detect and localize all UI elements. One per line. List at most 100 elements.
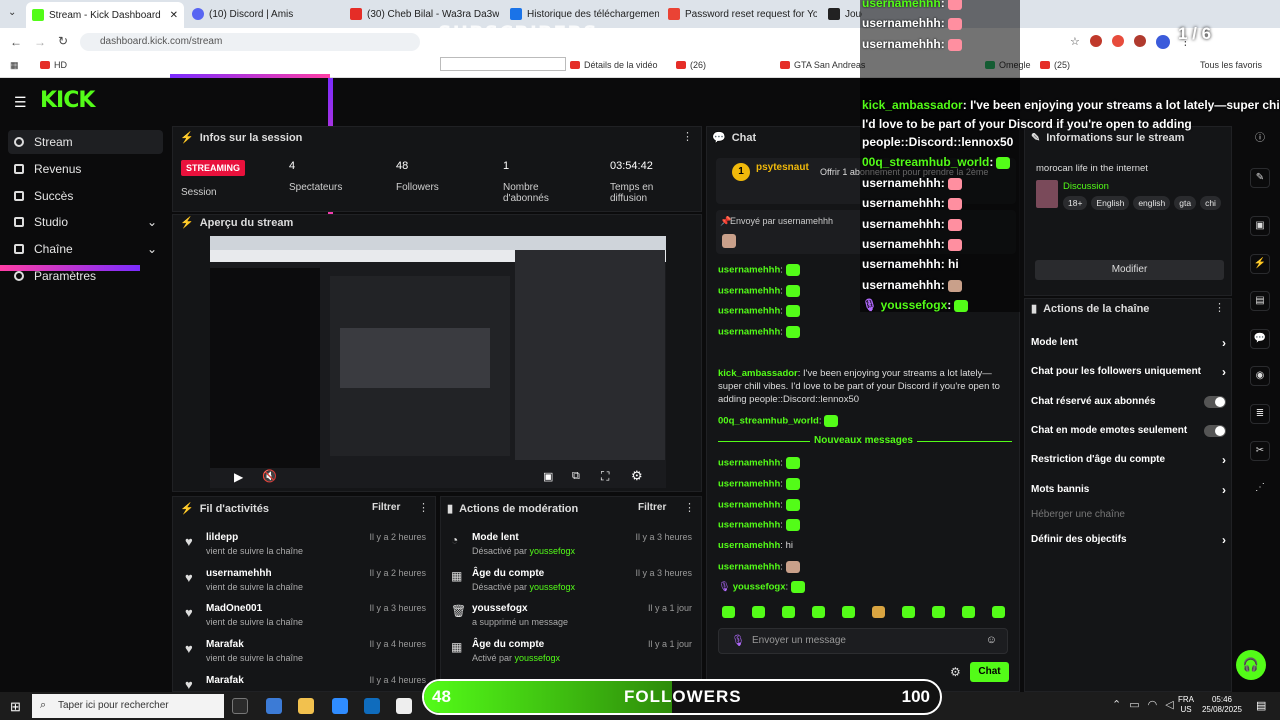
emote-button[interactable] bbox=[872, 606, 885, 618]
chat-message: usernamehhh: bbox=[718, 519, 800, 531]
server-icon[interactable]: ≣ bbox=[1250, 404, 1270, 424]
document-app-icon[interactable] bbox=[396, 698, 412, 714]
calculator-app-icon[interactable] bbox=[266, 698, 282, 714]
tab-game[interactable]: Jouez bbox=[822, 4, 862, 24]
channel-action-slow-mode[interactable]: Mode lent › bbox=[1031, 336, 1226, 350]
sidebar-item-revenus[interactable]: Revenus bbox=[8, 157, 163, 181]
emote-button[interactable] bbox=[812, 606, 825, 618]
panel-menu-icon[interactable]: ⋮ bbox=[684, 501, 695, 514]
apps-grid-icon[interactable]: ▦ bbox=[10, 60, 19, 71]
edit-stream-button[interactable]: Modifier bbox=[1035, 260, 1224, 280]
edit-icon[interactable]: ✎ bbox=[1250, 168, 1270, 188]
moderation-filter-button[interactable]: Filtrer bbox=[638, 502, 666, 513]
panel-menu-icon[interactable]: ⋮ bbox=[418, 501, 429, 514]
channel-action-emote-only[interactable]: Chat en mode emotes seulement bbox=[1031, 425, 1226, 437]
battery-icon[interactable]: ▭ bbox=[1129, 698, 1139, 711]
help-icon[interactable]: ⓘ bbox=[1250, 130, 1270, 150]
support-chat-icon[interactable]: 🎧 bbox=[1236, 650, 1266, 680]
chevron-down-icon: ⌄ bbox=[146, 215, 157, 229]
pip-icon[interactable]: ⧉ bbox=[572, 470, 580, 483]
emote-button[interactable] bbox=[782, 606, 795, 618]
tab-youtube[interactable]: (30) Cheb Bilal - Wa3ra Da3wat bbox=[344, 4, 499, 24]
back-icon[interactable]: ← bbox=[10, 35, 22, 49]
bookmark-item[interactable]: (26) bbox=[676, 60, 706, 70]
clock[interactable]: 05:46 25/08/2025 bbox=[1200, 695, 1244, 715]
category-link[interactable]: Discussion bbox=[1063, 181, 1109, 192]
close-icon[interactable]: ✕ bbox=[170, 10, 178, 21]
fullscreen-icon[interactable]: ⛶ bbox=[601, 469, 609, 484]
emote-button[interactable] bbox=[902, 606, 915, 618]
channel-action-subscribers-only[interactable]: Chat réservé aux abonnés bbox=[1031, 396, 1226, 408]
mic-icon[interactable]: 🎙 bbox=[731, 634, 745, 647]
notification-icon[interactable]: ▤ bbox=[1256, 699, 1266, 712]
tab-discord[interactable]: (10) Discord | Amis bbox=[186, 4, 341, 24]
profile-avatar[interactable] bbox=[1155, 35, 1170, 49]
chat-send-button[interactable]: Chat bbox=[970, 662, 1009, 682]
task-view-icon[interactable] bbox=[232, 698, 248, 714]
language-indicator[interactable]: FRA US bbox=[1178, 695, 1194, 715]
bookmark-item[interactable]: GTA San Andreas bbox=[780, 60, 865, 70]
sidebar-item-chaine[interactable]: Chaîne ⌄ bbox=[8, 237, 163, 261]
broadcast-icon[interactable]: ◉ bbox=[1250, 366, 1270, 386]
chevron-up-icon[interactable]: ⌃ bbox=[1112, 698, 1121, 711]
mute-icon[interactable]: 🔇 bbox=[262, 469, 277, 483]
chat-header: 💬 Chat bbox=[712, 131, 757, 145]
outlook-app-icon[interactable] bbox=[364, 698, 380, 714]
emote-button[interactable] bbox=[962, 606, 975, 618]
chat-bubble-icon[interactable]: 💬 bbox=[1250, 329, 1270, 349]
emote-button[interactable] bbox=[842, 606, 855, 618]
chat-settings-icon[interactable]: ⚙ bbox=[950, 665, 961, 679]
bookmark-item[interactable]: (25) bbox=[1040, 60, 1070, 70]
overlay-chat-message: usernamehhh: bbox=[862, 278, 962, 292]
volume-icon[interactable]: ◁ bbox=[1165, 698, 1173, 711]
share-icon[interactable]: ⋰ bbox=[1250, 479, 1270, 499]
panel-menu-icon[interactable]: ⋮ bbox=[682, 130, 693, 143]
emote-button[interactable] bbox=[992, 606, 1005, 618]
settings-gear-icon[interactable]: ⚙ bbox=[631, 468, 643, 484]
extension-icon[interactable] bbox=[1111, 35, 1124, 47]
hamburger-menu-icon[interactable]: ☰ bbox=[14, 94, 27, 111]
tab-downloads[interactable]: Historique des téléchargements bbox=[504, 4, 659, 24]
wifi-icon[interactable]: ◠ bbox=[1148, 698, 1158, 711]
notes-icon[interactable]: ▤ bbox=[1250, 291, 1270, 311]
emote-button[interactable] bbox=[932, 606, 945, 618]
tools-icon[interactable]: ✂ bbox=[1250, 441, 1270, 461]
file-explorer-icon[interactable] bbox=[298, 698, 314, 714]
stream-preview-video[interactable] bbox=[210, 236, 666, 488]
bookmark-item[interactable]: Détails de la vidéo bbox=[570, 60, 658, 70]
emote-button[interactable] bbox=[752, 606, 765, 618]
emote-button[interactable] bbox=[722, 606, 735, 618]
forward-icon[interactable]: → bbox=[34, 35, 46, 49]
channel-action-banned-words[interactable]: Mots bannis › bbox=[1031, 483, 1226, 497]
tab-gmail[interactable]: Password reset request for You bbox=[662, 4, 817, 24]
chat-input[interactable]: 🎙 Envoyer un message ☺ bbox=[718, 628, 1008, 654]
taskbar-search[interactable]: ⌕ Taper ici pour rechercher bbox=[32, 694, 224, 718]
channel-action-account-age[interactable]: Restriction d'âge du compte › bbox=[1031, 453, 1226, 467]
extension-icon[interactable] bbox=[1089, 35, 1102, 47]
theater-mode-icon[interactable]: ▣ bbox=[543, 470, 553, 483]
extension-icon[interactable] bbox=[1133, 35, 1146, 47]
all-bookmarks[interactable]: Tous les favoris bbox=[1200, 60, 1262, 70]
reload-icon[interactable]: ↻ bbox=[58, 34, 68, 48]
gmail-favicon-icon bbox=[668, 8, 680, 20]
bookmark-item[interactable]: HD bbox=[40, 60, 67, 70]
tab-search-icon[interactable]: ⌄ bbox=[8, 7, 16, 18]
channel-action-followers-only[interactable]: Chat pour les followers uniquement › bbox=[1031, 365, 1226, 379]
lightning-icon[interactable]: ⚡ bbox=[1250, 254, 1270, 274]
sidebar-item-studio[interactable]: Studio ⌄ bbox=[8, 210, 163, 234]
activity-filter-button[interactable]: Filtrer bbox=[372, 502, 400, 513]
vscode-app-icon[interactable] bbox=[332, 698, 348, 714]
stream-tags: 18+ English english gta chi bbox=[1063, 196, 1221, 210]
windows-start-icon[interactable]: ⊞ bbox=[10, 699, 21, 715]
url-field[interactable]: dashboard.kick.com/stream bbox=[80, 33, 420, 51]
emote-icon bbox=[785, 285, 800, 297]
panel-menu-icon[interactable]: ⋮ bbox=[1214, 301, 1225, 314]
clip-icon[interactable]: ▣ bbox=[1250, 216, 1270, 236]
channel-action-goals[interactable]: Définir des objectifs › bbox=[1031, 533, 1226, 547]
sidebar-item-succes[interactable]: Succès bbox=[8, 184, 163, 208]
emoji-picker-icon[interactable]: ☺ bbox=[986, 634, 997, 646]
sidebar-item-stream[interactable]: Stream bbox=[8, 130, 163, 154]
tab-kick-dashboard[interactable]: Stream - Kick Dashboard ✕ bbox=[26, 2, 184, 28]
play-icon[interactable]: ▶ bbox=[234, 470, 243, 484]
bookmark-star-icon[interactable]: ☆ bbox=[1070, 35, 1080, 49]
